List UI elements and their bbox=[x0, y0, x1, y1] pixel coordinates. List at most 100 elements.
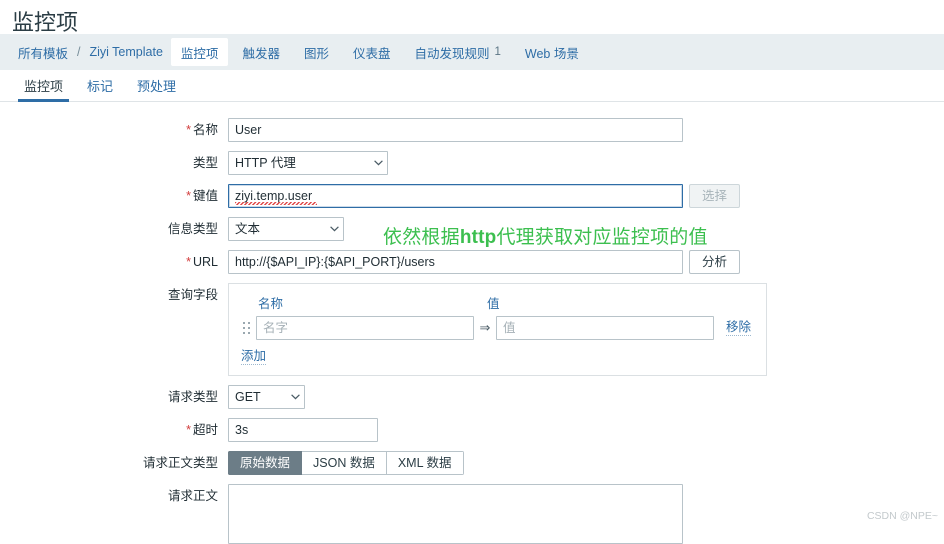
nav-tab-triggers-label: 触发器 bbox=[242, 46, 280, 61]
required-marker-url: * bbox=[186, 255, 191, 269]
field-url: 分析 bbox=[228, 250, 741, 274]
nav-tab-graphs-label: 图形 bbox=[303, 46, 329, 61]
nav-tab-items[interactable]: 监控项 bbox=[170, 38, 229, 66]
parse-url-button[interactable]: 分析 bbox=[689, 250, 741, 274]
request-type-select-wrapper: GET bbox=[228, 385, 305, 409]
key-input-wrapper bbox=[228, 184, 683, 208]
label-body-text: 请求正文 bbox=[167, 489, 218, 503]
label-info-type-text: 信息类型 bbox=[167, 222, 218, 236]
form-row-query-fields: 查询字段 名称 值 ⇒ 移除 添加 bbox=[0, 283, 944, 376]
label-timeout-text: 超时 bbox=[192, 423, 218, 437]
remove-query-field-link[interactable]: 移除 bbox=[726, 320, 752, 336]
form-row-key: *键值 选择 bbox=[0, 184, 944, 208]
label-query-fields-text: 查询字段 bbox=[167, 288, 218, 302]
label-type: 类型 bbox=[0, 151, 228, 175]
body-type-segmented-control: 原始数据 JSON 数据 XML 数据 bbox=[228, 451, 464, 475]
query-field-value-input[interactable] bbox=[496, 316, 714, 340]
nav-tab-graphs[interactable]: 图形 bbox=[294, 38, 339, 66]
watermark: CSDN @NPE~ bbox=[866, 510, 938, 522]
form-row-url: *URL 分析 bbox=[0, 250, 944, 274]
label-url: * URL bbox=[0, 250, 228, 274]
form-row-request-type: 请求类型 GET bbox=[0, 385, 944, 409]
url-input[interactable] bbox=[228, 250, 683, 274]
label-request-type: 请求类型 bbox=[0, 385, 228, 409]
breadcrumb: 所有模板 / Ziyi Template 监控项 触发器 图形 仪表盘 自动发现… bbox=[0, 34, 944, 70]
label-request-type-text: 请求类型 bbox=[167, 390, 218, 404]
info-type-select-wrapper: 文本 bbox=[228, 217, 344, 241]
field-info-type: 文本 bbox=[228, 217, 344, 241]
item-form: *名称 类型 HTTP 代理 *键值 bbox=[0, 102, 944, 544]
body-type-json-button[interactable]: JSON 数据 bbox=[302, 451, 387, 475]
required-marker-name: * bbox=[186, 123, 191, 137]
form-tab-strip: 监控项 标记 预处理 bbox=[0, 70, 944, 102]
label-name: * 名称 bbox=[0, 118, 228, 142]
request-type-select[interactable]: GET bbox=[228, 385, 305, 409]
field-request-type: GET bbox=[228, 385, 305, 409]
select-key-button[interactable]: 选择 bbox=[689, 184, 741, 208]
body-textarea[interactable] bbox=[228, 484, 683, 544]
tab-preprocessing[interactable]: 预处理 bbox=[125, 80, 188, 101]
add-query-field-link[interactable]: 添加 bbox=[241, 349, 267, 365]
nav-tab-dashboards-label: 仪表盘 bbox=[352, 46, 391, 61]
nav-tab-discovery-rules-label: 自动发现规则 bbox=[414, 46, 490, 61]
body-type-xml-button[interactable]: XML 数据 bbox=[386, 451, 464, 475]
nav-tab-discovery-rules-count: 1 bbox=[494, 46, 501, 58]
breadcrumb-template-name[interactable]: Ziyi Template bbox=[84, 34, 169, 70]
page-title: 监控项 bbox=[12, 10, 79, 35]
nav-tab-web-scenarios-label: Web 场景 bbox=[524, 46, 579, 61]
required-marker-key: * bbox=[186, 189, 191, 203]
field-key: 选择 bbox=[228, 184, 741, 208]
field-body bbox=[228, 484, 683, 544]
info-type-select[interactable]: 文本 bbox=[228, 217, 344, 241]
type-select[interactable]: HTTP 代理 bbox=[228, 151, 388, 175]
label-info-type: 信息类型 bbox=[0, 217, 228, 241]
form-row-body: 请求正文 bbox=[0, 484, 944, 544]
body-type-raw-button[interactable]: 原始数据 bbox=[228, 451, 303, 475]
annotation-suffix: 代理获取对应监控项的值 bbox=[496, 227, 708, 248]
form-row-timeout: * 超时 bbox=[0, 418, 944, 442]
label-key: * 键值 bbox=[0, 184, 228, 208]
annotation-text: 依然根据http代理获取对应监控项的值 bbox=[383, 226, 708, 250]
tab-tags[interactable]: 标记 bbox=[75, 80, 125, 101]
label-body-type-text: 请求正文类型 bbox=[142, 456, 218, 470]
query-field-name-input[interactable] bbox=[256, 316, 474, 340]
form-row-type: 类型 HTTP 代理 bbox=[0, 151, 944, 175]
nav-tab-web-scenarios[interactable]: Web 场景 bbox=[515, 38, 589, 66]
breadcrumb-all-templates[interactable]: 所有模板 bbox=[12, 34, 74, 70]
label-timeout: * 超时 bbox=[0, 418, 228, 442]
query-fields-box: 名称 值 ⇒ 移除 添加 bbox=[228, 283, 767, 376]
field-type: HTTP 代理 bbox=[228, 151, 388, 175]
nav-tab-discovery-rules[interactable]: 自动发现规则 1 bbox=[404, 38, 510, 66]
query-field-row: ⇒ 移除 bbox=[241, 316, 754, 340]
nav-tab-dashboards[interactable]: 仪表盘 bbox=[343, 38, 401, 66]
form-row-body-type: 请求正文类型 原始数据 JSON 数据 XML 数据 bbox=[0, 451, 944, 475]
form-row-name: * 名称 bbox=[0, 118, 944, 142]
required-marker-timeout: * bbox=[186, 423, 191, 437]
field-timeout bbox=[228, 418, 378, 442]
label-key-text: 键值 bbox=[192, 189, 218, 203]
query-fields-col-value: 值 bbox=[487, 297, 500, 311]
type-select-wrapper: HTTP 代理 bbox=[228, 151, 388, 175]
annotation-prefix: 依然根据 bbox=[383, 227, 460, 248]
label-query-fields: 查询字段 bbox=[0, 283, 228, 307]
query-fields-header: 名称 值 bbox=[241, 293, 754, 312]
annotation-emphasis: http bbox=[459, 227, 497, 248]
label-name-text: 名称 bbox=[192, 123, 218, 137]
nav-tab-triggers[interactable]: 触发器 bbox=[232, 38, 290, 66]
drag-handle-icon[interactable] bbox=[241, 319, 252, 337]
label-body-type: 请求正文类型 bbox=[0, 451, 228, 475]
nav-tab-items-label: 监控项 bbox=[180, 46, 219, 61]
name-input[interactable] bbox=[228, 118, 683, 142]
tab-item[interactable]: 监控项 bbox=[12, 80, 75, 102]
key-input[interactable] bbox=[228, 184, 683, 208]
field-query-fields: 名称 值 ⇒ 移除 添加 bbox=[228, 283, 767, 376]
arrow-right-icon: ⇒ bbox=[479, 320, 491, 335]
breadcrumb-separator: / bbox=[77, 45, 81, 59]
label-body: 请求正文 bbox=[0, 484, 228, 508]
query-fields-col-name: 名称 bbox=[258, 297, 284, 311]
timeout-input[interactable] bbox=[228, 418, 378, 442]
field-body-type: 原始数据 JSON 数据 XML 数据 bbox=[228, 451, 464, 475]
label-url-text: URL bbox=[192, 255, 218, 269]
field-name bbox=[228, 118, 683, 142]
label-type-text: 类型 bbox=[192, 156, 218, 170]
